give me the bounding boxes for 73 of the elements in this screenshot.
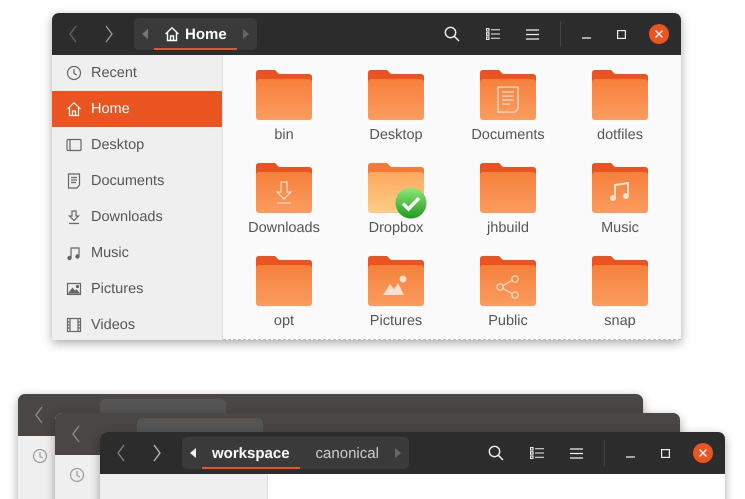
menu-icon[interactable] [570,448,583,458]
search-icon[interactable] [444,26,460,42]
sidebar-item[interactable]: Pictures [52,271,222,307]
desktop-icon [66,137,82,153]
recent-icon [32,448,48,464]
documents-icon [66,173,82,189]
list-view-icon[interactable] [486,28,500,40]
path-segment[interactable]: canonical [306,437,389,469]
folder-name: Public [488,313,528,330]
folder-icon [591,255,649,307]
folder-item[interactable]: Music [564,162,676,251]
sidebar-item[interactable]: Recent [52,55,222,91]
folder-name: Music [601,220,639,237]
folder-item[interactable]: Pictures [340,255,452,340]
forward-icon[interactable] [104,25,114,43]
folder-name: Documents [471,127,545,144]
back-icon[interactable] [34,406,44,424]
search-icon[interactable] [488,445,504,461]
folder-icon [367,255,425,307]
folder-name: Desktop [369,127,423,144]
folder-item[interactable]: Documents [452,69,564,158]
path-segment[interactable]: Home [154,18,237,50]
sidebar-item[interactable]: Home [52,91,222,127]
check-badge-icon [395,187,427,219]
folder-icon [479,255,537,307]
sidebar-item[interactable]: Desktop [52,127,222,163]
folder-item[interactable]: Public [452,255,564,340]
sidebar-item[interactable]: Videos [52,307,222,340]
recent-icon [69,467,85,483]
folder-item[interactable]: Downloads [228,162,340,251]
folder-name: jhbuild [487,220,529,237]
folder-icon [255,255,313,307]
menu-icon[interactable] [526,28,539,40]
folder-icon [479,162,537,214]
path-segment[interactable]: workspace [202,437,300,469]
folder-item[interactable]: snap [564,255,676,340]
videos-icon [66,317,82,333]
music-icon [66,245,82,261]
folder-name: Dropbox [368,220,424,237]
maximize-icon[interactable] [661,448,670,458]
folder-item[interactable]: Dropbox [340,162,452,251]
folder-name: Downloads [248,220,320,237]
folder-icon [255,69,313,121]
close-icon[interactable] [693,443,713,463]
sidebar-item[interactable]: Downloads [52,199,222,235]
maximize-icon[interactable] [617,30,626,38]
forward-icon[interactable] [152,444,162,462]
folder-icon [479,69,537,121]
close-icon[interactable] [649,24,669,44]
folder-icon [591,69,649,121]
folder-name: opt [274,313,294,330]
folder-name: bin [274,127,294,144]
back-icon[interactable] [116,444,126,462]
folder-name: dotfiles [597,127,643,144]
folder-item[interactable]: jhbuild [452,162,564,251]
downloads-icon [66,209,82,225]
list-view-icon[interactable] [530,447,544,459]
folder-icon [367,69,425,121]
home-icon [66,101,82,117]
folder-item[interactable]: dotfiles [564,69,676,158]
folder-name: Pictures [370,313,422,330]
sidebar-item[interactable]: Music [52,235,222,271]
recent-icon [66,65,82,81]
folder-icon [255,162,313,214]
back-icon[interactable] [71,425,81,443]
pictures-icon [66,281,82,297]
folder-item[interactable]: opt [228,255,340,340]
folder-item[interactable]: Desktop [340,69,452,158]
folder-item[interactable]: bin [228,69,340,158]
folder-icon [591,162,649,214]
sidebar-item[interactable]: Documents [52,163,222,199]
folder-name: snap [604,313,636,330]
left-arrow-icon[interactable] [190,448,196,458]
